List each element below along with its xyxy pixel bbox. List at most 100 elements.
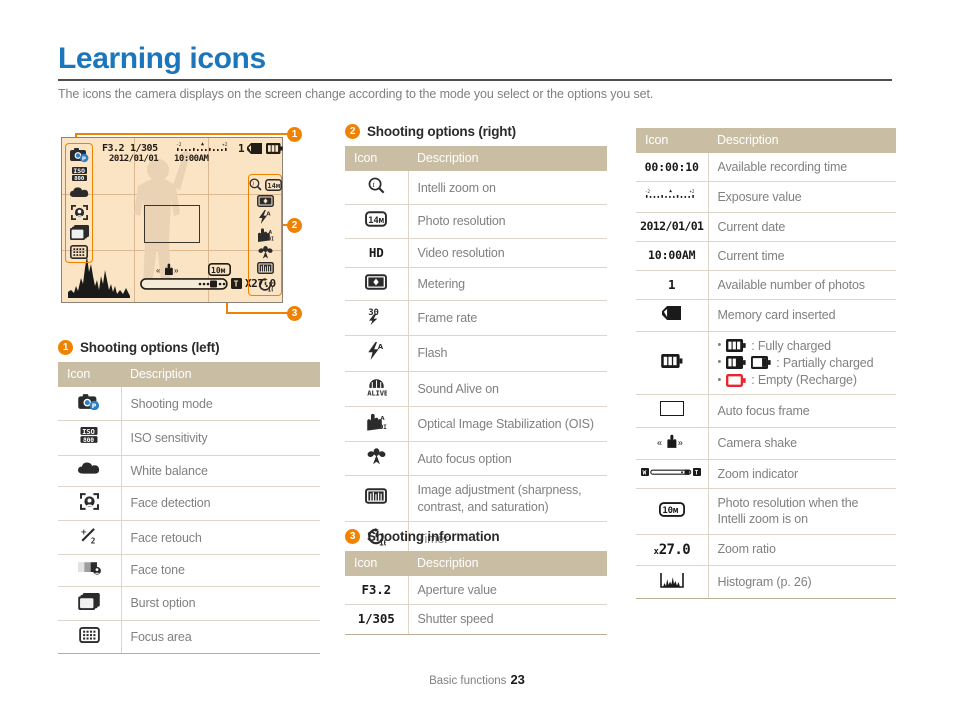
row-description: Focus area (121, 620, 320, 655)
table-header-row: Icon Description (58, 362, 320, 387)
row-description: Auto focus option (408, 441, 607, 477)
row-description: Photo resolution when the Intelli zoom i… (708, 488, 896, 535)
svg-text:-2: -2 (645, 189, 650, 195)
current-date-icon: 2012/01/01 (636, 212, 709, 242)
face-detection-icon (70, 204, 88, 220)
white-balance-icon (69, 187, 88, 198)
row-description: Optical Image Stabilization (OIS) (408, 406, 607, 443)
row-description: Face retouch (121, 520, 320, 556)
shooting-mode-icon: P (58, 387, 122, 422)
battery-full-label: : Fully charged (751, 338, 831, 353)
column-shooting-options-right: 2 Shooting options (right) Icon Descript… (345, 124, 607, 558)
timer-icon: 10 (258, 277, 273, 292)
battery-partial-icon (726, 356, 746, 370)
row-description: Sound Alive on (408, 371, 607, 407)
table-row: Burst option (58, 586, 320, 621)
image-adjustment-icon (345, 475, 409, 522)
row-description: Histogram (p. 26) (708, 565, 896, 599)
table-row: ISO 800 ISO sensitivity (58, 420, 320, 456)
table-row: Auto focus option (345, 441, 607, 477)
svg-text:i: i (252, 182, 254, 188)
zoom-indicator-icon (140, 278, 228, 290)
table-row: • : Fully charged • : Partially charged … (636, 331, 896, 396)
table-shooting-information-details: Icon Description 00:00:10 Available reco… (636, 128, 896, 599)
lcd-current-time: 10:00AM (174, 154, 209, 164)
row-description: Zoom indicator (708, 459, 896, 490)
left-icon-strip: P ISO 800 (65, 143, 93, 263)
table-row: Histogram (p. 26) (636, 565, 896, 599)
battery-empty-label: : Empty (Recharge) (751, 373, 857, 387)
table-row: ALIVE Sound Alive on (345, 371, 607, 407)
svg-text:14м: 14м (368, 216, 385, 226)
row-description: Shooting mode (121, 387, 320, 422)
focus-area-icon (58, 620, 122, 655)
battery-state-empty: • : Empty (Recharge) (718, 372, 888, 388)
svg-text:+2: +2 (222, 142, 228, 148)
svg-text:T: T (694, 469, 698, 476)
row-description: Burst option (121, 586, 320, 621)
focus-area-icon (70, 244, 88, 259)
table-row: +2 Face retouch (58, 520, 320, 556)
svg-text:+2: +2 (689, 189, 694, 195)
frame-rate-icon: 30 (345, 300, 409, 337)
th-icon: Icon (345, 146, 408, 171)
svg-text:▲: ▲ (201, 141, 204, 147)
svg-text:»: » (678, 437, 683, 447)
battery-partial-label: : Partially charged (776, 355, 874, 370)
photo-resolution-intelli-icon: 10м (636, 488, 709, 535)
bullet-icon: • (717, 356, 722, 369)
svg-text:A: A (380, 416, 385, 422)
recording-time-icon: 00:00:10 (636, 153, 709, 183)
table-row: Memory card inserted (636, 299, 896, 332)
table-row: 30 Frame rate (345, 300, 607, 337)
row-description: Camera shake (708, 427, 896, 460)
table-row: 1/305 Shutter speed (345, 604, 607, 635)
table-row: W T Zoom indicator (636, 459, 896, 490)
row-description: Shutter speed (408, 604, 607, 635)
callout-badge-3: 3 (287, 306, 302, 321)
histogram-icon (636, 565, 709, 599)
photo-resolution-icon: 14м (264, 178, 282, 191)
lcd-screen: F3.2 1/305 2012/01/01 10:00AM -2 ▲ +2 1 (61, 137, 283, 303)
svg-text:800: 800 (74, 176, 85, 182)
svg-text:A: A (378, 343, 384, 351)
svg-text:W: W (642, 469, 646, 476)
table-row: 10:00AM Current time (636, 241, 896, 272)
svg-text:10м: 10м (662, 506, 679, 516)
table-row: i Intelli zoom on (345, 171, 607, 206)
row-description: Available number of photos (708, 270, 896, 301)
table-shooting-options-right: Icon Description i Intelli zoom on 14м P… (345, 146, 607, 558)
table-row: x27.0 Zoom ratio (636, 534, 896, 566)
page-title: Learning icons (58, 42, 266, 75)
row-description: ISO sensitivity (121, 420, 320, 456)
shutter-speed-icon: 1/305 (345, 604, 409, 635)
svg-text:A: A (268, 229, 272, 235)
table-row: Face detection (58, 486, 320, 522)
battery-low-icon (751, 356, 771, 370)
intelli-zoom-icon: i (248, 178, 262, 191)
bullet-icon: • (717, 339, 722, 352)
row-description: Flash (408, 335, 607, 372)
row-description: Image adjustment (sharpness, contrast, a… (408, 475, 607, 522)
video-resolution-icon: HD (345, 238, 409, 268)
camera-shake-icon: «» (636, 427, 709, 460)
section-badge-3: 3 (345, 529, 360, 544)
lcd-photos-left: 1 (238, 142, 245, 155)
exposure-scale-icon: -2 ▲ +2 (636, 181, 709, 213)
lcd-shutter-speed: 1/305 (130, 143, 158, 154)
iso-icon: ISO 800 (58, 420, 122, 456)
memory-card-icon (636, 299, 709, 332)
image-adjustment-icon (256, 262, 274, 275)
aperture-value-icon: F3.2 (345, 576, 409, 606)
table-row: Auto focus frame (636, 394, 896, 428)
svg-text:«: « (156, 266, 161, 275)
section-title-info: Shooting information (367, 529, 500, 544)
table-row: Face tone (58, 554, 320, 587)
table-header-row: Icon Description (636, 128, 896, 153)
battery-state-partial: • : Partially charged (718, 355, 888, 371)
battery-states-cell: • : Fully charged • : Partially charged … (708, 331, 896, 396)
callout-line-1b (75, 133, 287, 135)
face-tone-icon (58, 554, 122, 587)
battery-full-icon (726, 339, 746, 353)
auto-focus-option-icon (345, 441, 409, 477)
